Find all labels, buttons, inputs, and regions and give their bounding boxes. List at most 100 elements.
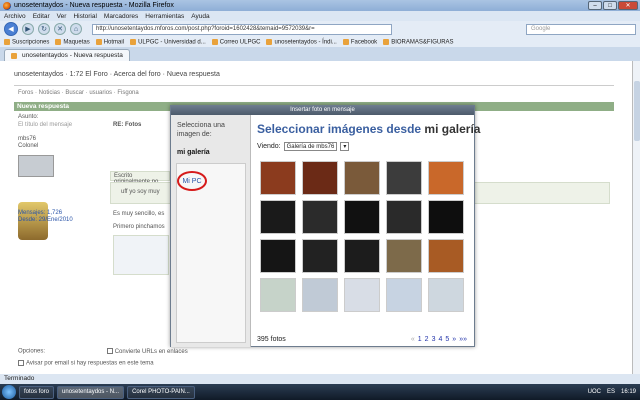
gallery-footer: 395 fotos « 1 2 3 4 5 » »» <box>257 336 467 343</box>
photo-thumbnail[interactable] <box>260 239 296 273</box>
status-bar: Terminado <box>0 374 640 384</box>
photo-thumbnail[interactable] <box>302 161 338 195</box>
photo-thumbnail[interactable] <box>344 161 380 195</box>
photo-thumbnail[interactable] <box>386 239 422 273</box>
menu-ver[interactable]: Ver <box>57 13 67 20</box>
start-button[interactable] <box>2 385 16 399</box>
window-title: unosetentaydos - Nueva respuesta - Mozil… <box>14 2 174 9</box>
menu-herramientas[interactable]: Herramientas <box>145 13 184 20</box>
bookmark-item[interactable]: ULPGC - Universidad d... <box>130 38 206 45</box>
inline-screenshot <box>113 235 169 275</box>
member-since: Desde: 29/Ene/2010 <box>18 217 73 223</box>
dialog-gallery: Seleccionar imágenes desde mi galería Vi… <box>257 115 481 347</box>
bookmark-item[interactable]: unosetentaydos - Índi... <box>266 38 337 45</box>
stop-icon[interactable]: ✕ <box>54 23 66 35</box>
bookmark-item[interactable]: Maquetas <box>55 38 90 45</box>
bookmark-item[interactable]: Hotmail <box>95 38 124 45</box>
source-mi-galeria[interactable]: mi galería <box>177 147 244 158</box>
options-row: Opciones: Convierte URLs en enlaces <box>18 348 188 355</box>
photo-thumbnail[interactable] <box>260 278 296 312</box>
next-page-link[interactable]: » <box>452 336 456 343</box>
email-option-row: Avisar por email si hay respuestas en es… <box>18 360 154 367</box>
photo-thumbnail[interactable] <box>344 278 380 312</box>
username[interactable]: mbs76 <box>18 136 36 142</box>
photo-thumbnail[interactable] <box>428 278 464 312</box>
viewing-row: Viendo: Galería de mbs76 ▾ <box>257 142 472 151</box>
last-page-link[interactable]: »» <box>459 336 467 343</box>
bookmark-item[interactable]: Correo ULPGC <box>211 38 260 45</box>
photo-thumbnail[interactable] <box>302 278 338 312</box>
page-scrollbar[interactable] <box>632 61 640 374</box>
asunto-input[interactable]: El título del mensaje <box>18 122 72 128</box>
photo-thumbnail[interactable] <box>260 161 296 195</box>
taskbar-item[interactable]: unosetentaydos - N... <box>57 385 125 399</box>
bookmark-item[interactable]: BIORAMAS&FIGURAS <box>383 38 454 45</box>
prev-page-icon[interactable]: « <box>411 336 415 343</box>
user-rank: Colonel <box>18 143 39 149</box>
source-heading: Selecciona una imagen de: <box>177 122 225 138</box>
photo-thumbnail[interactable] <box>302 239 338 273</box>
page-link[interactable]: 3 <box>432 336 436 343</box>
message-count: Mensajes: 1,726 <box>18 210 63 216</box>
photo-thumbnail[interactable] <box>344 239 380 273</box>
page-link[interactable]: 1 <box>418 336 422 343</box>
navigation-toolbar: ◀ ▶ ↻ ✕ ⌂ http://unosetentaydos.mforos.c… <box>0 21 640 37</box>
chevron-down-icon[interactable]: ▾ <box>340 142 350 151</box>
divider <box>14 85 614 86</box>
dialog-heading: Seleccionar imágenes desde mi galería <box>257 122 481 136</box>
url-bar[interactable]: http://unosetentaydos.mforos.com/post.ph… <box>92 23 392 35</box>
window-titlebar: unosetentaydos - Nueva respuesta - Mozil… <box>0 0 640 11</box>
menu-marcadores[interactable]: Marcadores <box>104 13 138 20</box>
bookmarks-toolbar: Suscripciones Maquetas Hotmail ULPGC - U… <box>0 37 640 47</box>
profile-image <box>18 155 54 177</box>
menu-editar[interactable]: Editar <box>33 13 50 20</box>
photo-thumbnail[interactable] <box>386 278 422 312</box>
tab-active[interactable]: unosetentaydos - Nueva respuesta <box>4 49 130 61</box>
reload-icon[interactable]: ↻ <box>38 23 50 35</box>
scrollbar-thumb[interactable] <box>634 81 640 141</box>
menu-historial[interactable]: Historial <box>73 13 96 20</box>
quote-header: Escrito originalmente po <box>110 171 170 185</box>
photo-thumbnail[interactable] <box>344 200 380 234</box>
menu-bar: Archivo Editar Ver Historial Marcadores … <box>0 11 640 21</box>
bookmark-item[interactable]: Facebook <box>342 38 377 45</box>
dialog-source-panel: Selecciona una imagen de: mi galería Mi … <box>171 115 251 347</box>
search-input[interactable]: Google <box>526 23 636 35</box>
minimize-button[interactable]: – <box>588 1 602 10</box>
close-button[interactable]: ✕ <box>618 1 638 10</box>
tray-clock[interactable]: 16:19 <box>621 389 636 395</box>
taskbar-item[interactable]: Corel PHOTO-PAIN... <box>127 385 195 399</box>
photo-thumbnail[interactable] <box>428 161 464 195</box>
gallery-select[interactable]: Galería de mbs76 <box>283 142 338 151</box>
window-controls: – □ ✕ <box>588 1 638 10</box>
convert-urls-checkbox[interactable] <box>106 348 113 354</box>
home-icon[interactable]: ⌂ <box>70 23 82 35</box>
tray-lang[interactable]: ES <box>607 389 615 395</box>
forward-arrow-icon[interactable]: ▶ <box>22 23 34 35</box>
photo-thumbnail[interactable] <box>428 200 464 234</box>
back-arrow-icon[interactable]: ◀ <box>4 22 18 36</box>
forum-nav[interactable]: Foros · Noticias · Buscar · usuarios · F… <box>18 90 139 96</box>
insert-photo-dialog: Insertar foto en mensaje Selecciona una … <box>170 105 481 347</box>
bookmark-item[interactable]: Suscripciones <box>4 38 49 45</box>
taskbar-item[interactable]: fotos foro <box>19 385 55 399</box>
tray-extra[interactable]: UOC <box>588 389 601 395</box>
email-notify-checkbox[interactable] <box>18 360 24 366</box>
pagination: « 1 2 3 4 5 » »» <box>411 336 467 343</box>
thumbnail-grid <box>260 161 472 312</box>
maximize-button[interactable]: □ <box>603 1 617 10</box>
photo-thumbnail[interactable] <box>386 200 422 234</box>
post-text-1: Es muy sencillo, es <box>113 211 165 217</box>
source-mi-pc[interactable]: Mi PC <box>177 171 207 191</box>
page-link[interactable]: 2 <box>425 336 429 343</box>
page-link[interactable]: 5 <box>445 336 449 343</box>
forum-favicon-icon <box>11 52 17 59</box>
photo-thumbnail[interactable] <box>260 200 296 234</box>
page-link[interactable]: 4 <box>438 336 442 343</box>
photo-thumbnail[interactable] <box>386 161 422 195</box>
photo-thumbnail[interactable] <box>302 200 338 234</box>
menu-ayuda[interactable]: Ayuda <box>191 13 209 20</box>
menu-archivo[interactable]: Archivo <box>4 13 26 20</box>
post-text-2: Primero pinchamos <box>113 224 165 230</box>
photo-thumbnail[interactable] <box>428 239 464 273</box>
